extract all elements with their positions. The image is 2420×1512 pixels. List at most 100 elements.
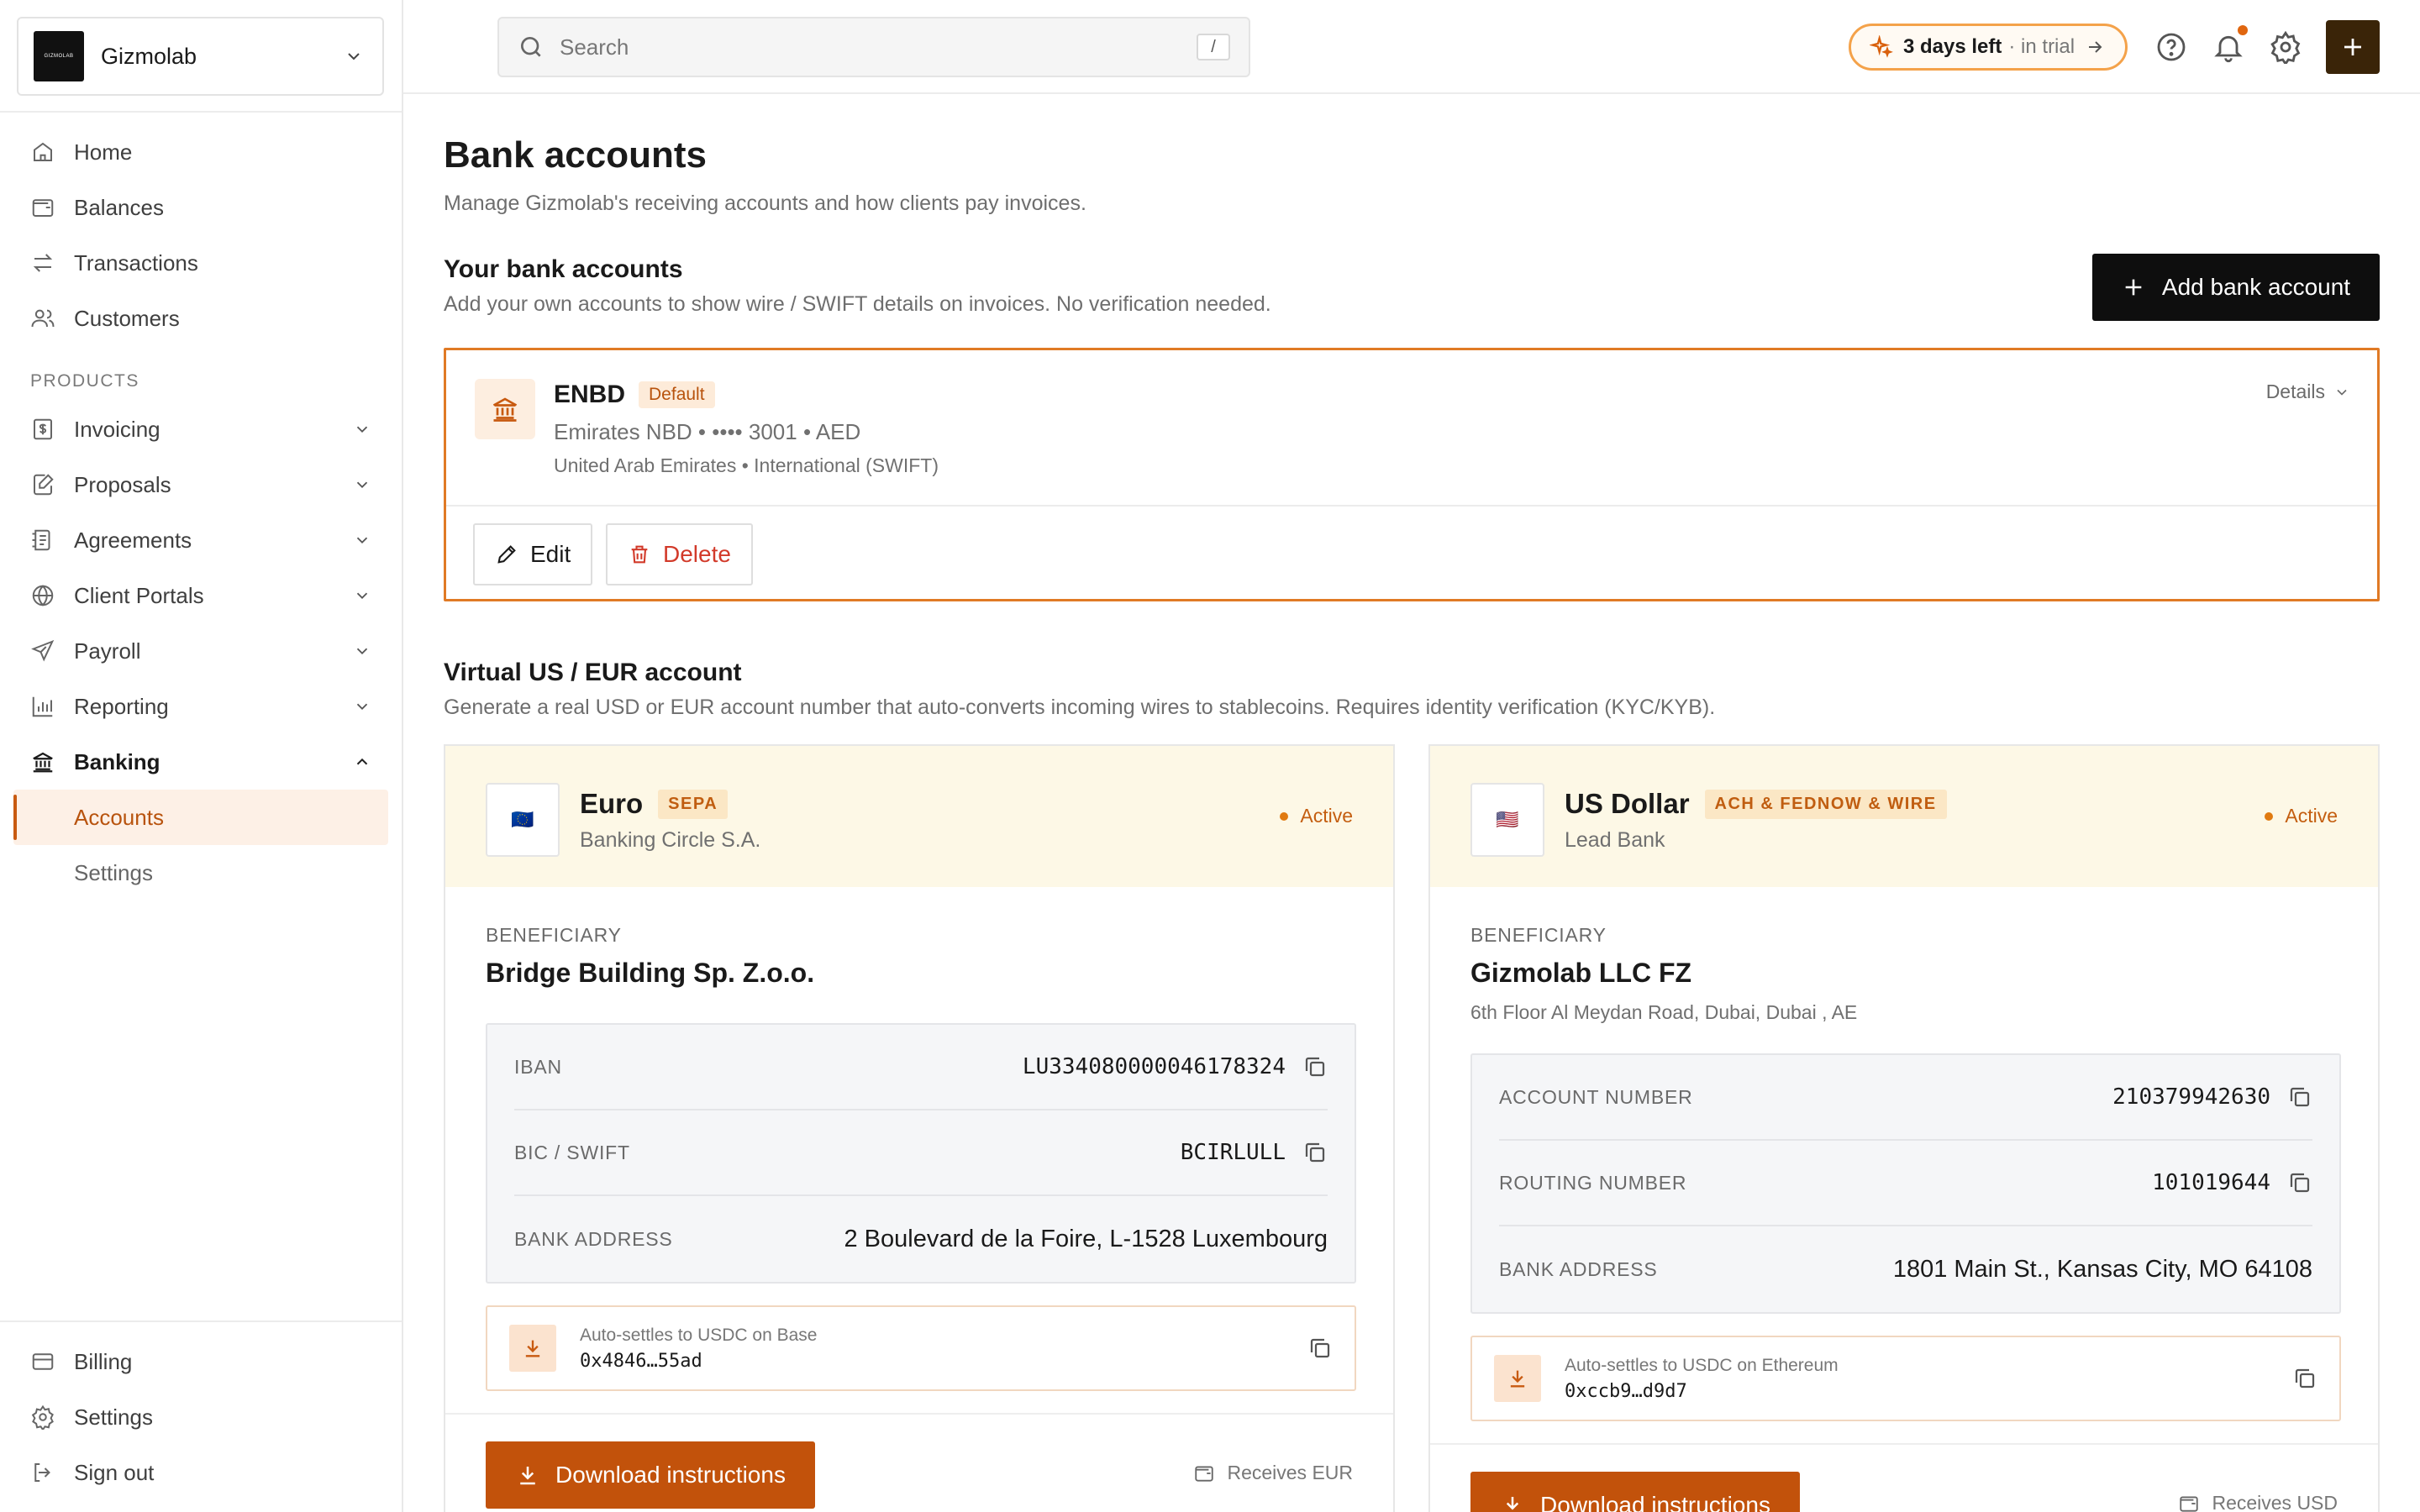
sidebar-item-payroll[interactable]: Payroll	[13, 623, 388, 679]
card-divider	[446, 505, 2377, 507]
invoice-icon	[34, 418, 52, 440]
arrow-right-icon	[2089, 41, 2102, 53]
account-details: ACCOUNT NUMBER 210379942630 ROUTING NUMB…	[1470, 1053, 2341, 1314]
virtual-account-card-usd: 🇺🇸 US Dollar ACH & FEDNOW & WIRE Lead Ba…	[1428, 744, 2380, 1512]
sidebar-item-label: Home	[74, 139, 133, 165]
sidebar-divider	[0, 1320, 402, 1322]
detail-row-routing-number: ROUTING NUMBER 101019644	[1499, 1141, 2312, 1226]
sidebar-item-sign-out[interactable]: Sign out	[13, 1445, 388, 1500]
wallet-icon	[32, 199, 54, 217]
sidebar-item-banking[interactable]: Banking	[13, 734, 388, 790]
beneficiary-label: BENEFICIARY	[1470, 924, 1607, 946]
bottom-nav: Billing Settings Sign out	[13, 1334, 388, 1500]
details-toggle[interactable]: Details	[2266, 381, 2350, 403]
sidebar-item-home[interactable]: Home	[13, 124, 388, 180]
copy-icon[interactable]	[1307, 1336, 1333, 1361]
download-instructions-button[interactable]: Download instructions	[1470, 1472, 1800, 1512]
settle-address: 0xccb9…d9d7	[1565, 1380, 1687, 1402]
sidebar-item-transactions[interactable]: Transactions	[13, 235, 388, 291]
copy-icon[interactable]	[2292, 1366, 2317, 1391]
sidebar-item-settings[interactable]: Settings	[13, 1389, 388, 1445]
bank-account-region: United Arab Emirates • International (SW…	[554, 454, 939, 476]
notification-dot	[2238, 25, 2248, 35]
search-bar[interactable]: /	[497, 17, 1250, 77]
sidebar-item-proposals[interactable]: Proposals	[13, 457, 388, 512]
search-input[interactable]	[560, 34, 1197, 60]
currency-name: US Dollar ACH & FEDNOW & WIRE	[1565, 788, 1947, 820]
sidebar-subitem-settings[interactable]: Settings	[13, 845, 388, 900]
card-header: 🇺🇸 US Dollar ACH & FEDNOW & WIRE Lead Ba…	[1430, 746, 2378, 887]
bell-icon[interactable]	[2212, 30, 2245, 64]
status-badge: Active	[1280, 805, 1353, 827]
sidebar-item-label: Banking	[74, 748, 160, 774]
your-accounts-title: Your bank accounts	[444, 255, 683, 283]
sidebar-item-label: Payroll	[74, 638, 141, 664]
sidebar-item-client-portals[interactable]: Client Portals	[13, 568, 388, 623]
copy-icon[interactable]	[1302, 1140, 1328, 1165]
beneficiary-name: Bridge Building Sp. Z.o.o.	[486, 958, 815, 988]
detail-row-iban: IBAN LU334080000046178324	[514, 1025, 1328, 1110]
card-header: 🇪🇺 Euro SEPA Banking Circle S.A. Active	[445, 746, 1393, 887]
proposal-icon	[34, 474, 54, 496]
account-number-value: 210379942630	[2112, 1084, 2270, 1110]
gear-icon	[31, 1404, 54, 1430]
rail-badge: SEPA	[658, 789, 729, 819]
detail-row-bic: BIC / SWIFT BCIRLULL	[514, 1110, 1328, 1196]
chevron-down-icon	[356, 481, 368, 489]
sidebar-divider	[0, 111, 402, 113]
sidebar-item-billing[interactable]: Billing	[13, 1334, 388, 1389]
sidebar-item-customers[interactable]: Customers	[13, 291, 388, 346]
sidebar-item-label: Invoicing	[74, 416, 160, 442]
sidebar-item-label: Reporting	[74, 693, 169, 719]
sidebar-item-label: Client Portals	[74, 582, 204, 608]
bank-address-value: 1801 Main St., Kansas City, MO 64108	[1892, 1255, 2312, 1283]
sidebar-item-label: Sign out	[74, 1459, 155, 1485]
sidebar-item-balances[interactable]: Balances	[13, 180, 388, 235]
settle-title: Auto-settles to USDC on Ethereum	[1565, 1355, 1839, 1375]
download-instructions-button[interactable]: Download instructions	[486, 1441, 815, 1509]
plus-icon	[2125, 279, 2142, 296]
receives-currency: Receives EUR	[1193, 1462, 1353, 1484]
help-icon[interactable]	[2154, 30, 2188, 64]
plus-icon	[2344, 39, 2361, 55]
sidebar-item-label: Billing	[74, 1348, 133, 1374]
trial-badge[interactable]: 3 days left · in trial	[1849, 24, 2128, 71]
workspace-logo: GIZMOLAB	[34, 31, 84, 81]
sidebar-subitem-accounts[interactable]: Accounts	[13, 790, 388, 845]
beneficiary-address: 6th Floor Al Meydan Road, Dubai, Dubai ,…	[1470, 1001, 1858, 1023]
download-arrow-icon	[509, 1325, 556, 1372]
sidebar-item-label: Customers	[74, 305, 180, 331]
auto-settle-box: Auto-settles to USDC on Ethereum 0xccb9……	[1470, 1336, 2341, 1421]
sidebar-item-reporting[interactable]: Reporting	[13, 679, 388, 734]
edit-button[interactable]: Edit	[473, 523, 593, 585]
sidebar-item-invoicing[interactable]: Invoicing	[13, 402, 388, 457]
detail-row-account-number: ACCOUNT NUMBER 210379942630	[1499, 1055, 2312, 1141]
search-shortcut-hint: /	[1197, 34, 1230, 60]
bank-icon	[475, 379, 535, 439]
chevron-down-icon	[356, 648, 368, 655]
chevron-down-icon	[348, 53, 360, 60]
eu-flag-icon: 🇪🇺	[486, 783, 560, 857]
card-divider	[445, 1413, 1393, 1415]
copy-icon[interactable]	[2287, 1084, 2312, 1110]
chart-icon	[32, 696, 53, 717]
delete-button[interactable]: Delete	[606, 523, 753, 585]
sidebar-item-agreements[interactable]: Agreements	[13, 512, 388, 568]
workspace-switcher[interactable]: GIZMOLAB Gizmolab	[17, 17, 384, 96]
products-nav: Invoicing Proposals Agreements Client Po…	[13, 402, 388, 900]
status-badge: Active	[2265, 805, 2338, 827]
sidebar-item-label: Agreements	[74, 527, 192, 553]
bank-address-value: 2 Boulevard de la Foire, L-1528 Luxembou…	[844, 1225, 1328, 1252]
copy-icon[interactable]	[1302, 1054, 1328, 1079]
copy-icon[interactable]	[2287, 1170, 2312, 1195]
bank-account-name: ENBD Default	[554, 381, 715, 409]
create-new-button[interactable]	[2326, 20, 2380, 74]
virtual-account-card-eur: 🇪🇺 Euro SEPA Banking Circle S.A. Active …	[444, 744, 1395, 1512]
gear-icon[interactable]	[2269, 30, 2302, 64]
settle-title: Auto-settles to USDC on Base	[580, 1325, 818, 1345]
add-bank-account-button[interactable]: Add bank account	[2092, 254, 2380, 321]
default-badge: Default	[639, 381, 715, 408]
virtual-account-subtitle: Generate a real USD or EUR account numbe…	[444, 696, 1716, 719]
receives-currency: Receives USD	[2178, 1492, 2338, 1512]
card-icon	[32, 1353, 54, 1370]
